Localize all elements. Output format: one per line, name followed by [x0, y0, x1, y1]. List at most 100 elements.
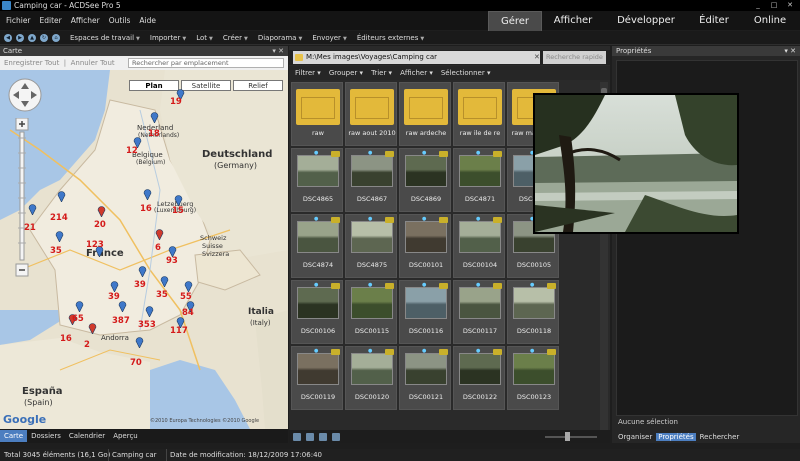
map-type-plan[interactable]: Plan: [129, 80, 179, 91]
cluster-count: 214: [50, 213, 68, 223]
menu-editeurs-externes[interactable]: Éditeurs externes ▼: [357, 34, 424, 42]
tab-calendrier[interactable]: Calendrier: [65, 430, 109, 442]
map-pin-icon[interactable]: [75, 300, 84, 313]
map-pin-icon[interactable]: [160, 275, 169, 288]
tab-apercu[interactable]: Aperçu: [109, 430, 142, 442]
zoom-slider[interactable]: [545, 436, 597, 438]
mode-tab-afficher[interactable]: Afficher: [545, 11, 601, 31]
photo-item[interactable]: ● DSC4869: [399, 148, 451, 212]
view-menu[interactable]: Afficher ▾: [400, 69, 433, 77]
photo-item[interactable]: ● DSC4867: [345, 148, 397, 212]
photo-item[interactable]: ● DSC00122: [453, 346, 505, 410]
photo-item[interactable]: ● DSC00101: [399, 214, 451, 278]
quick-search-input[interactable]: Recherche rapide: [543, 51, 606, 64]
tab-organiser[interactable]: Organiser: [618, 433, 652, 441]
map-type-satellite[interactable]: Satellite: [181, 80, 231, 91]
mode-tab-online[interactable]: Online: [742, 11, 798, 31]
map-pin-icon[interactable]: [97, 205, 106, 218]
photo-item[interactable]: ● DSC00121: [399, 346, 451, 410]
photo-item[interactable]: ● DSC00106: [291, 280, 343, 344]
menu-afficher[interactable]: Afficher: [71, 16, 100, 25]
map-pin-icon[interactable]: [155, 228, 164, 241]
map-pin-icon[interactable]: [150, 111, 159, 124]
photo-item[interactable]: ● DSC4875: [345, 214, 397, 278]
close-button[interactable]: ✕: [780, 0, 800, 10]
photo-item[interactable]: ● DSC00115: [345, 280, 397, 344]
group-menu[interactable]: Grouper ▾: [329, 69, 363, 77]
map-pin-icon[interactable]: [28, 203, 37, 216]
cluster-count: 70: [130, 358, 142, 368]
panel-close-icon[interactable]: ▾ ✕: [272, 46, 284, 56]
map-pin-icon[interactable]: [57, 190, 66, 203]
path-field[interactable]: M:\Mes images\Voyages\Camping car ✕: [293, 51, 540, 64]
menu-importer[interactable]: Importer ▼: [150, 34, 186, 42]
map-pin-icon[interactable]: [174, 194, 183, 207]
cluster-count: 35: [50, 246, 62, 256]
thumbnail-view-icon[interactable]: [293, 433, 301, 441]
zoom-slider-handle[interactable]: [565, 432, 570, 441]
menu-aide[interactable]: Aide: [139, 16, 156, 25]
filter-menu[interactable]: Filtrer ▾: [295, 69, 321, 77]
photo-item[interactable]: ● DSC00123: [507, 346, 559, 410]
photo-item[interactable]: ● DSC00117: [453, 280, 505, 344]
menu-envoyer[interactable]: Envoyer ▼: [312, 34, 346, 42]
map-pin-icon[interactable]: [110, 280, 119, 293]
map-pin-icon[interactable]: [135, 336, 144, 349]
map-pan-control[interactable]: [5, 75, 45, 115]
menu-creer[interactable]: Créer ▼: [223, 34, 248, 42]
filmstrip-view-icon[interactable]: [332, 433, 340, 441]
photo-item[interactable]: ● DSC00120: [345, 346, 397, 410]
menu-diaporama[interactable]: Diaporama ▼: [258, 34, 303, 42]
mode-tab-editer[interactable]: Éditer: [690, 11, 738, 31]
folder-item[interactable]: raw ile de re: [453, 82, 505, 146]
save-all-link[interactable]: Enregistrer Tout: [4, 59, 59, 67]
map-type-relief[interactable]: Relief: [233, 80, 283, 91]
cluster-count: 18: [148, 129, 160, 139]
location-search-input[interactable]: Rechercher par emplacement: [128, 58, 284, 68]
details-view-icon[interactable]: [306, 433, 314, 441]
refresh-icon[interactable]: ↻: [40, 33, 48, 42]
map-pin-icon[interactable]: [138, 265, 147, 278]
back-icon[interactable]: ◀: [4, 33, 12, 42]
photo-thumbnail: [405, 287, 447, 319]
map-view[interactable]: Plan Satellite Relief Nederland (Netherl…: [0, 70, 288, 429]
list-view-icon[interactable]: [319, 433, 327, 441]
mode-tab-gerer[interactable]: Gérer: [488, 11, 542, 31]
item-name: raw ile de re: [459, 129, 501, 137]
folder-item[interactable]: raw: [291, 82, 343, 146]
close-icon[interactable]: ✕: [534, 51, 543, 64]
up-icon[interactable]: ▲: [28, 33, 36, 42]
photo-item[interactable]: ● DSC4865: [291, 148, 343, 212]
photo-item[interactable]: ● DSC00118: [507, 280, 559, 344]
folder-item[interactable]: raw aout 2010: [345, 82, 397, 146]
tab-carte[interactable]: Carte: [0, 430, 28, 442]
photo-item[interactable]: ● DSC00116: [399, 280, 451, 344]
tab-rechercher[interactable]: Rechercher: [700, 433, 740, 441]
map-pin-icon[interactable]: [55, 230, 64, 243]
cancel-all-link[interactable]: Annuler Tout: [71, 59, 115, 67]
menu-lot[interactable]: Lot ▼: [196, 34, 213, 42]
map-pin-icon[interactable]: [184, 280, 193, 293]
mode-tab-developper[interactable]: Développer: [606, 11, 686, 31]
tab-dossiers[interactable]: Dossiers: [27, 430, 65, 442]
photo-item[interactable]: ● DSC4871: [453, 148, 505, 212]
sort-menu[interactable]: Trier ▾: [371, 69, 392, 77]
map-zoom-control[interactable]: [15, 118, 29, 278]
map-pin-icon[interactable]: [143, 188, 152, 201]
map-pin-icon[interactable]: [145, 305, 154, 318]
tab-proprietes[interactable]: Propriétés: [656, 432, 696, 441]
menu-fichier[interactable]: Fichier: [6, 16, 31, 25]
menu-editer[interactable]: Editer: [40, 16, 62, 25]
photo-item[interactable]: ● DSC00119: [291, 346, 343, 410]
photo-item[interactable]: ● DSC4874: [291, 214, 343, 278]
panel-close-icon[interactable]: ▾ ✕: [784, 46, 796, 56]
select-menu[interactable]: Sélectionner ▾: [441, 69, 491, 77]
folder-item[interactable]: raw ardeche: [399, 82, 451, 146]
menu-outils[interactable]: Outils: [109, 16, 131, 25]
photo-item[interactable]: ● DSC00104: [453, 214, 505, 278]
map-pin-icon[interactable]: [88, 322, 97, 335]
menu-espaces[interactable]: Espaces de travail ▼: [70, 34, 140, 42]
forward-icon[interactable]: ▶: [16, 33, 24, 42]
geotag-icon: ●: [314, 216, 319, 222]
home-icon[interactable]: ⌂: [52, 33, 60, 42]
